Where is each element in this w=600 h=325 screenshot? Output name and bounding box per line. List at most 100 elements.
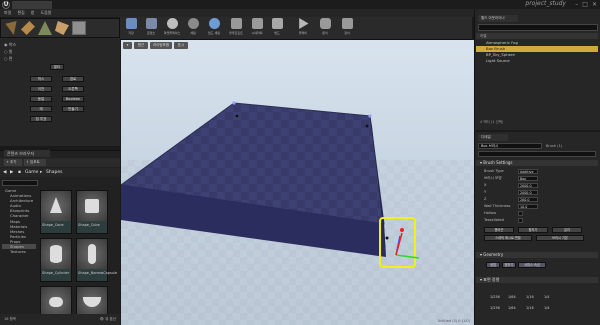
brush-settings-section[interactable]: ▾ Brush Settings	[476, 160, 598, 166]
actor-name-field[interactable]: Box 브러시	[478, 143, 542, 149]
brush-merge-button[interactable]: 합치기	[518, 227, 548, 233]
toolbar-settings-button[interactable]: 세팅	[184, 18, 202, 38]
alignment-option[interactable]: 1/64	[508, 305, 526, 311]
geometry-mode-icon[interactable]	[72, 21, 86, 35]
forward-icon[interactable]: ▶	[10, 168, 13, 177]
prop-value[interactable]: 200.0	[518, 196, 538, 202]
tessellated-checkbox[interactable]	[518, 217, 523, 223]
outliner-column-header[interactable]: 라벨	[476, 33, 598, 39]
import-button[interactable]: ⇧ 임포트	[24, 159, 46, 166]
toolbar-content-button[interactable]: 콘텐츠	[142, 18, 160, 38]
asset-tile[interactable]: Shape_Cone	[40, 190, 72, 234]
maximize-icon[interactable]: □	[582, 1, 588, 8]
lit-mode-button[interactable]: 라이팅포함	[150, 42, 172, 49]
radio-face[interactable]: ○ 면	[4, 56, 12, 62]
breadcrumb-shapes[interactable]: Shapes	[46, 168, 62, 177]
landscape-mode-icon[interactable]	[38, 21, 52, 35]
menu-help[interactable]: 도움말	[40, 9, 51, 17]
toolbar-build-button[interactable]: 빌드	[268, 18, 286, 38]
back-icon[interactable]: ◀	[3, 168, 6, 177]
toolbar-save-button[interactable]: 저장	[122, 18, 140, 38]
details-search-input[interactable]	[478, 151, 596, 157]
prop-value[interactable]: 10.0	[518, 203, 538, 209]
tool-button-4[interactable]: 오른쪽	[62, 86, 84, 92]
vertex-handle[interactable]	[232, 101, 236, 105]
radio-box[interactable]: ◉ 박스	[4, 42, 16, 48]
vertex-handle[interactable]	[385, 236, 389, 240]
brush-default-button[interactable]: 브러시 기본	[536, 235, 584, 241]
apply-button[interactable]: 멀티	[50, 64, 64, 70]
placement-mode-icon[interactable]	[5, 21, 17, 35]
tool-button-8[interactable]: 만들기	[62, 106, 84, 112]
paint-mode-icon[interactable]	[21, 21, 35, 35]
alignment-option[interactable]: 1/256	[490, 294, 508, 300]
asset-tile[interactable]: Shape_NarrowCapsule	[76, 238, 117, 282]
folder-search-input[interactable]	[2, 180, 38, 186]
alignment-option[interactable]: 1/16	[526, 305, 544, 311]
details-tab[interactable]: 디테일	[478, 134, 508, 141]
toolbar-device-button[interactable]: 장치	[338, 18, 356, 38]
tool-button-6[interactable]: Boolean	[62, 96, 84, 102]
prop-value[interactable]: Box	[518, 175, 538, 181]
add-new-button[interactable]: + 추가	[4, 159, 22, 166]
vertex-handle[interactable]	[365, 124, 369, 128]
tool-button-3[interactable]: 이전	[30, 86, 52, 92]
tool-button-9[interactable]: 칩 투표	[30, 116, 52, 122]
viewport-menu-button[interactable]: ▾	[123, 42, 132, 49]
asset-tile[interactable]: Shape_Cylinder	[40, 238, 72, 282]
outliner-row[interactable]: Atmospheric Fog	[476, 40, 598, 46]
menu-edit[interactable]: 편집	[17, 9, 24, 17]
convert-to-static-mesh-button[interactable]: 스태틱 메시로 변환	[484, 235, 532, 241]
alignment-option[interactable]: 1/256	[490, 305, 508, 311]
alignment-option[interactable]: 1/4	[544, 305, 562, 311]
toolbar-play-button[interactable]: 플레이	[294, 18, 312, 38]
alignment-option[interactable]: 1/16	[526, 294, 544, 300]
prop-value[interactable]: 2000.0	[518, 182, 538, 188]
level-viewport[interactable]	[121, 40, 474, 325]
radio-circle[interactable]: ○ 원	[4, 49, 12, 55]
prop-value[interactable]: Additive	[518, 168, 538, 174]
close-icon[interactable]: ✕	[592, 1, 597, 8]
geo-align-button[interactable]: 정렬	[486, 262, 500, 268]
surface-alignment-section[interactable]: ▾ 표면 정렬	[476, 277, 598, 283]
toolbar-blueprint-button[interactable]: 블루프린트	[227, 18, 245, 38]
surface-properties-button[interactable]: 서피스 속성	[518, 262, 546, 268]
vertex-handle[interactable]	[400, 228, 404, 232]
alignment-option[interactable]: 1/4	[544, 294, 562, 300]
hollow-checkbox[interactable]	[518, 210, 523, 216]
alignment-option[interactable]: 1/64	[508, 294, 526, 300]
view-options-button[interactable]: 👁 뷰 옵션	[100, 317, 116, 322]
brush-separate-button[interactable]: 분리	[552, 227, 582, 233]
menu-window[interactable]: 창	[31, 9, 35, 17]
toolbar-cinematic-button[interactable]: 시네마틱	[248, 18, 266, 38]
outliner-row[interactable]: Light Source	[476, 58, 598, 64]
tool-button-2[interactable]: 경로	[62, 76, 84, 82]
outliner-row-selected[interactable]: Box Brush	[476, 46, 598, 52]
tool-button-7[interactable]: 재	[30, 106, 52, 112]
show-button[interactable]: 표시	[174, 42, 188, 49]
outliner-search-input[interactable]	[478, 24, 598, 31]
content-browser-tab[interactable]: 콘텐츠 브라우저	[4, 150, 50, 157]
vertex-handle[interactable]	[368, 114, 372, 118]
breadcrumb-game[interactable]: Game	[25, 168, 38, 177]
tool-button-1[interactable]: 박스	[30, 76, 52, 82]
prop-value[interactable]: 2000.0	[518, 189, 538, 195]
asset-tile[interactable]: Shape_Cube	[76, 190, 108, 234]
vertex-handle[interactable]	[235, 114, 239, 118]
outliner-row[interactable]: BP_Sky_Sphere	[476, 52, 598, 58]
perspective-button[interactable]: 원근	[134, 42, 148, 49]
level-tab[interactable]	[12, 1, 52, 9]
toolbar-marketplace-button[interactable]: 마켓플레이스	[163, 18, 181, 38]
tree-item[interactable]: Textures	[2, 249, 36, 254]
tool-button-5[interactable]: 동일	[30, 96, 52, 102]
foliage-mode-icon[interactable]	[55, 21, 69, 35]
toolbar-world-settings-button[interactable]: 월드 세팅	[205, 18, 223, 38]
brush-polygons-button[interactable]: 폴리곤	[484, 227, 514, 233]
menu-file[interactable]: 파일	[4, 9, 11, 17]
geometry-section[interactable]: ▾ Geometry	[476, 252, 598, 258]
toolbar-launch-button[interactable]: 론치	[316, 18, 334, 38]
geo-fit-button[interactable]: 맞추기	[502, 262, 516, 268]
engine-logo-icon[interactable]: U	[2, 1, 10, 9]
minimize-icon[interactable]: –	[575, 1, 578, 8]
world-outliner-tab[interactable]: 월드 아웃라이너	[478, 15, 518, 22]
